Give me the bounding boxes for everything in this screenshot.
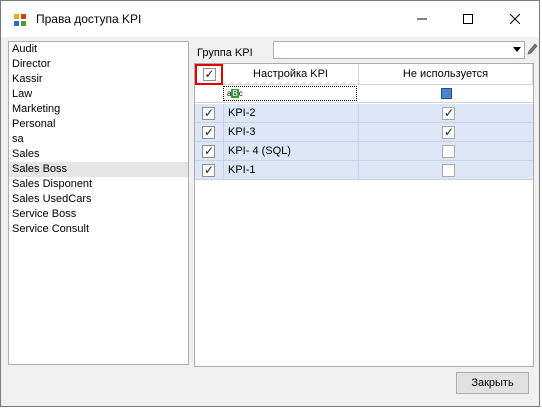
kpi-row[interactable]: ✓ KPI- 4 (SQL) (195, 142, 533, 161)
close-button[interactable]: Закрыть (456, 372, 529, 394)
kpi-name-cell[interactable]: KPI-2 (223, 104, 359, 122)
role-list-item[interactable]: Law (9, 87, 188, 102)
kpi-name-cell[interactable]: KPI-1 (223, 161, 359, 179)
kpi-row[interactable]: ✓ KPI-1 (195, 161, 533, 180)
filter-glyph-b: B (231, 89, 239, 98)
check-icon: ✓ (204, 144, 215, 158)
role-list-item[interactable]: Marketing (9, 102, 188, 117)
select-all-checkbox[interactable]: ✓ (202, 67, 216, 81)
role-list-item[interactable]: Service Consult (9, 222, 188, 237)
check-icon: ✓ (204, 125, 215, 139)
kpi-row[interactable]: ✓ KPI-3 ✓ (195, 123, 533, 142)
unused-checkbox[interactable]: ✓ (442, 107, 455, 120)
check-icon: ✓ (444, 106, 455, 120)
row-select-checkbox[interactable]: ✓ (202, 126, 215, 139)
title-bar: Права доступа KPI (1, 1, 539, 37)
check-icon: ✓ (204, 106, 215, 120)
kpi-name-cell[interactable]: KPI- 4 (SQL) (223, 142, 359, 160)
kpi-row[interactable]: ✓ KPI-2 ✓ (195, 104, 533, 123)
row-select-checkbox[interactable]: ✓ (202, 145, 215, 158)
select-all-header[interactable]: ✓ (195, 64, 223, 85)
unused-checkbox[interactable]: ✓ (442, 126, 455, 139)
check-icon: ✓ (444, 125, 455, 139)
row-select-checkbox[interactable]: ✓ (202, 107, 215, 120)
pencil-icon[interactable] (526, 42, 538, 56)
unused-checkbox[interactable] (442, 145, 455, 158)
role-list-item[interactable]: Director (9, 57, 188, 72)
kpi-name-cell[interactable]: KPI-3 (223, 123, 359, 141)
group-kpi-combo[interactable] (273, 41, 525, 59)
check-icon: ✓ (204, 67, 215, 81)
filter-glyph-c: c (238, 89, 243, 98)
column-header-unused[interactable]: Не используется (359, 64, 533, 85)
role-list-item[interactable]: Service Boss (9, 207, 188, 222)
maximize-button[interactable] (445, 1, 491, 37)
row-select-checkbox[interactable]: ✓ (202, 164, 215, 177)
role-list-item[interactable]: Sales (9, 147, 188, 162)
text-filter-icon: aBc (227, 88, 243, 99)
role-list-item[interactable]: sa (9, 132, 188, 147)
role-list-item[interactable]: Kassir (9, 72, 188, 87)
close-window-button[interactable] (492, 1, 538, 37)
role-list-item[interactable]: Sales UsedCars (9, 192, 188, 207)
check-icon: ✓ (204, 163, 215, 177)
minimize-button[interactable] (399, 1, 445, 37)
minimize-icon (417, 18, 427, 20)
window-title: Права доступа KPI (36, 12, 142, 26)
maximize-icon (463, 14, 473, 24)
window-body: Audit Director Kassir Law Marketing Personal s… (1, 37, 539, 406)
role-list-item[interactable]: Audit (9, 42, 188, 57)
filter-row: aBc (195, 85, 533, 103)
role-list-item[interactable]: Personal (9, 117, 188, 132)
close-icon (510, 14, 520, 24)
checkbox-filter-icon[interactable] (441, 88, 452, 99)
roles-list[interactable]: Audit Director Kassir Law Marketing Personal s… (8, 41, 189, 365)
column-header-name[interactable]: Настройка KPI (223, 64, 359, 85)
kpi-grid: ✓ Настройка KPI Не используется aBc ✓ KPI… (194, 63, 534, 367)
group-kpi-label: Группа KPI (197, 47, 253, 59)
unused-checkbox[interactable] (442, 164, 455, 177)
app-icon (14, 14, 26, 26)
name-filter-cell[interactable]: aBc (223, 86, 357, 101)
role-list-item[interactable]: Sales Disponent (9, 177, 188, 192)
chevron-down-icon[interactable] (513, 47, 521, 52)
kpi-access-window: Права доступа KPI Audit Director Kassir Law… (0, 0, 540, 407)
role-list-item[interactable]: Sales Boss (9, 162, 188, 177)
